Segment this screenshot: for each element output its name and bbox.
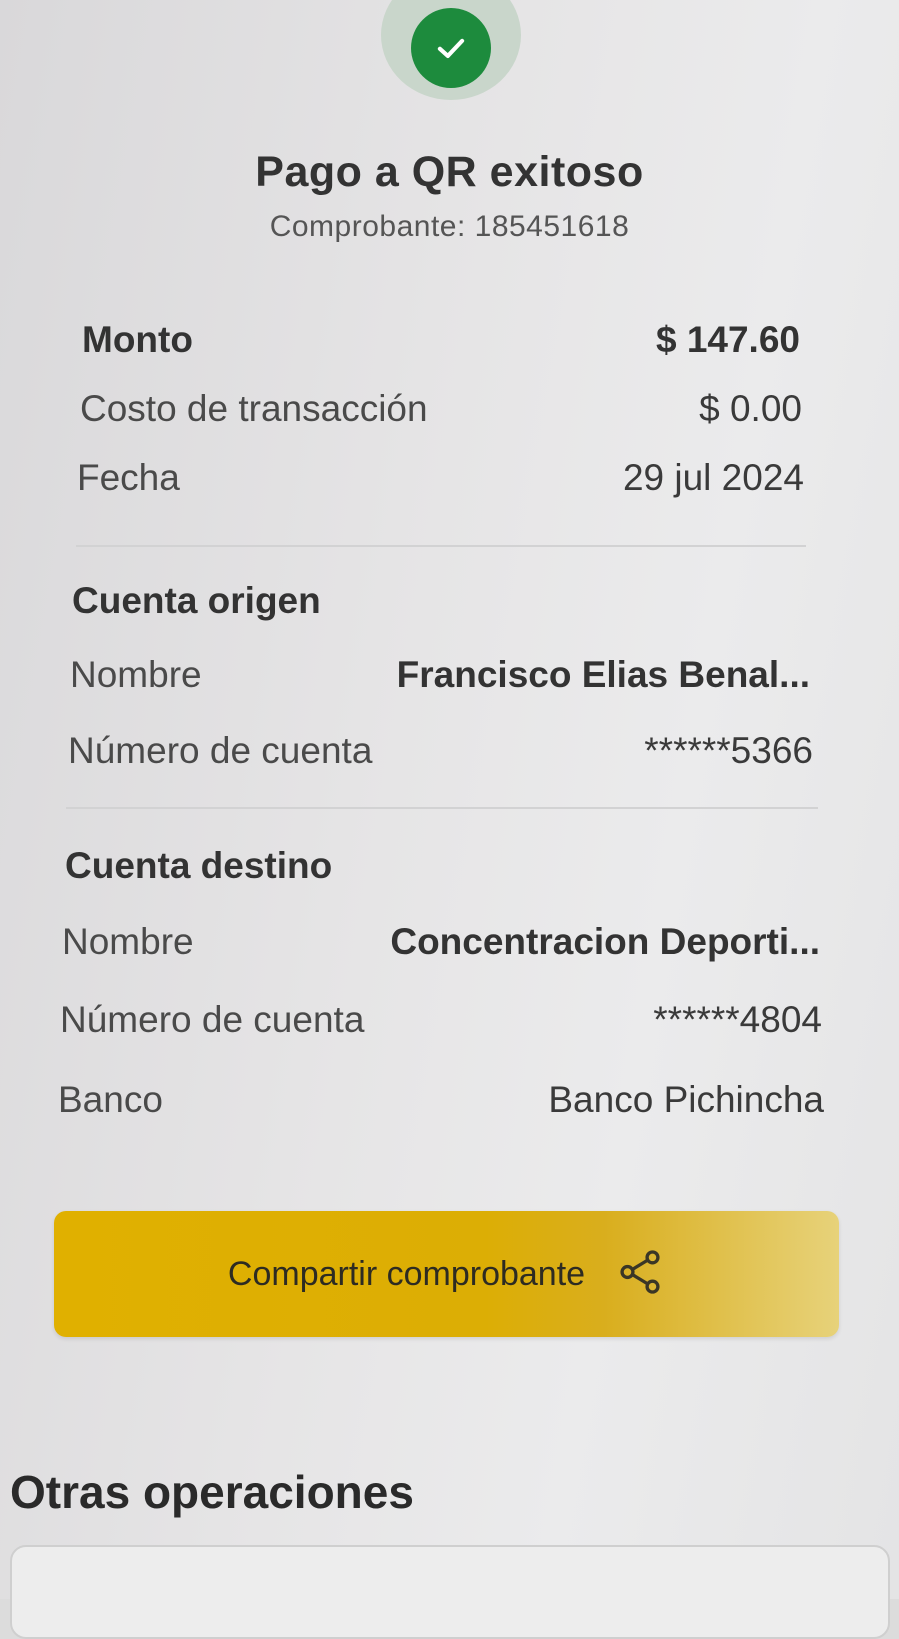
date-row: Fecha 29 jul 2024 [77, 455, 804, 501]
origin-account-title: Cuenta origen [72, 580, 321, 621]
bank-row: Banco Banco Pichincha [58, 1077, 824, 1123]
fee-label: Costo de transacción [80, 388, 428, 429]
share-icon [615, 1247, 665, 1302]
origin-account-label: Número de cuenta [68, 730, 373, 771]
share-receipt-label: Compartir comprobante [227, 1254, 586, 1293]
origin-account-value: ******5366 [644, 730, 813, 771]
date-label: Fecha [77, 457, 180, 498]
other-operations-title: Otras operaciones [10, 1466, 414, 1518]
check-icon [411, 8, 491, 88]
divider [66, 807, 818, 809]
fee-value: $ 0.00 [699, 388, 802, 429]
destination-name-value: Concentracion Deporti... [390, 921, 820, 962]
destination-name-label: Nombre [62, 921, 194, 962]
payment-receipt-screen: Pago a QR exitoso Comprobante: 185451618… [0, 0, 899, 1639]
origin-account-row: Número de cuenta ******5366 [68, 728, 813, 774]
divider [76, 545, 806, 547]
fee-row: Costo de transacción $ 0.00 [80, 386, 802, 432]
bank-label: Banco [58, 1079, 163, 1120]
date-value: 29 jul 2024 [622, 457, 804, 498]
origin-name-row: Nombre Francisco Elias Benal... [70, 652, 810, 698]
page-title: Pago a QR exitoso [255, 148, 644, 196]
amount-row: Monto $ 147.60 [82, 317, 800, 363]
origin-name-value: Francisco Elias Benal... [396, 654, 810, 695]
destination-account-label: Número de cuenta [60, 999, 365, 1040]
bank-value: Banco Pichincha [548, 1079, 824, 1120]
other-operations-card[interactable] [10, 1545, 890, 1639]
destination-account-value: ******4804 [653, 999, 822, 1040]
amount-label: Monto [82, 319, 193, 360]
destination-account-row: Número de cuenta ******4804 [60, 997, 822, 1043]
receipt-number: Comprobante: 185451618 [269, 210, 630, 243]
destination-name-row: Nombre Concentracion Deporti... [62, 919, 820, 965]
share-receipt-button[interactable]: Compartir comprobante [54, 1211, 839, 1337]
origin-name-label: Nombre [70, 654, 202, 695]
destination-account-title: Cuenta destino [65, 845, 333, 886]
amount-value: $ 147.60 [655, 319, 800, 360]
